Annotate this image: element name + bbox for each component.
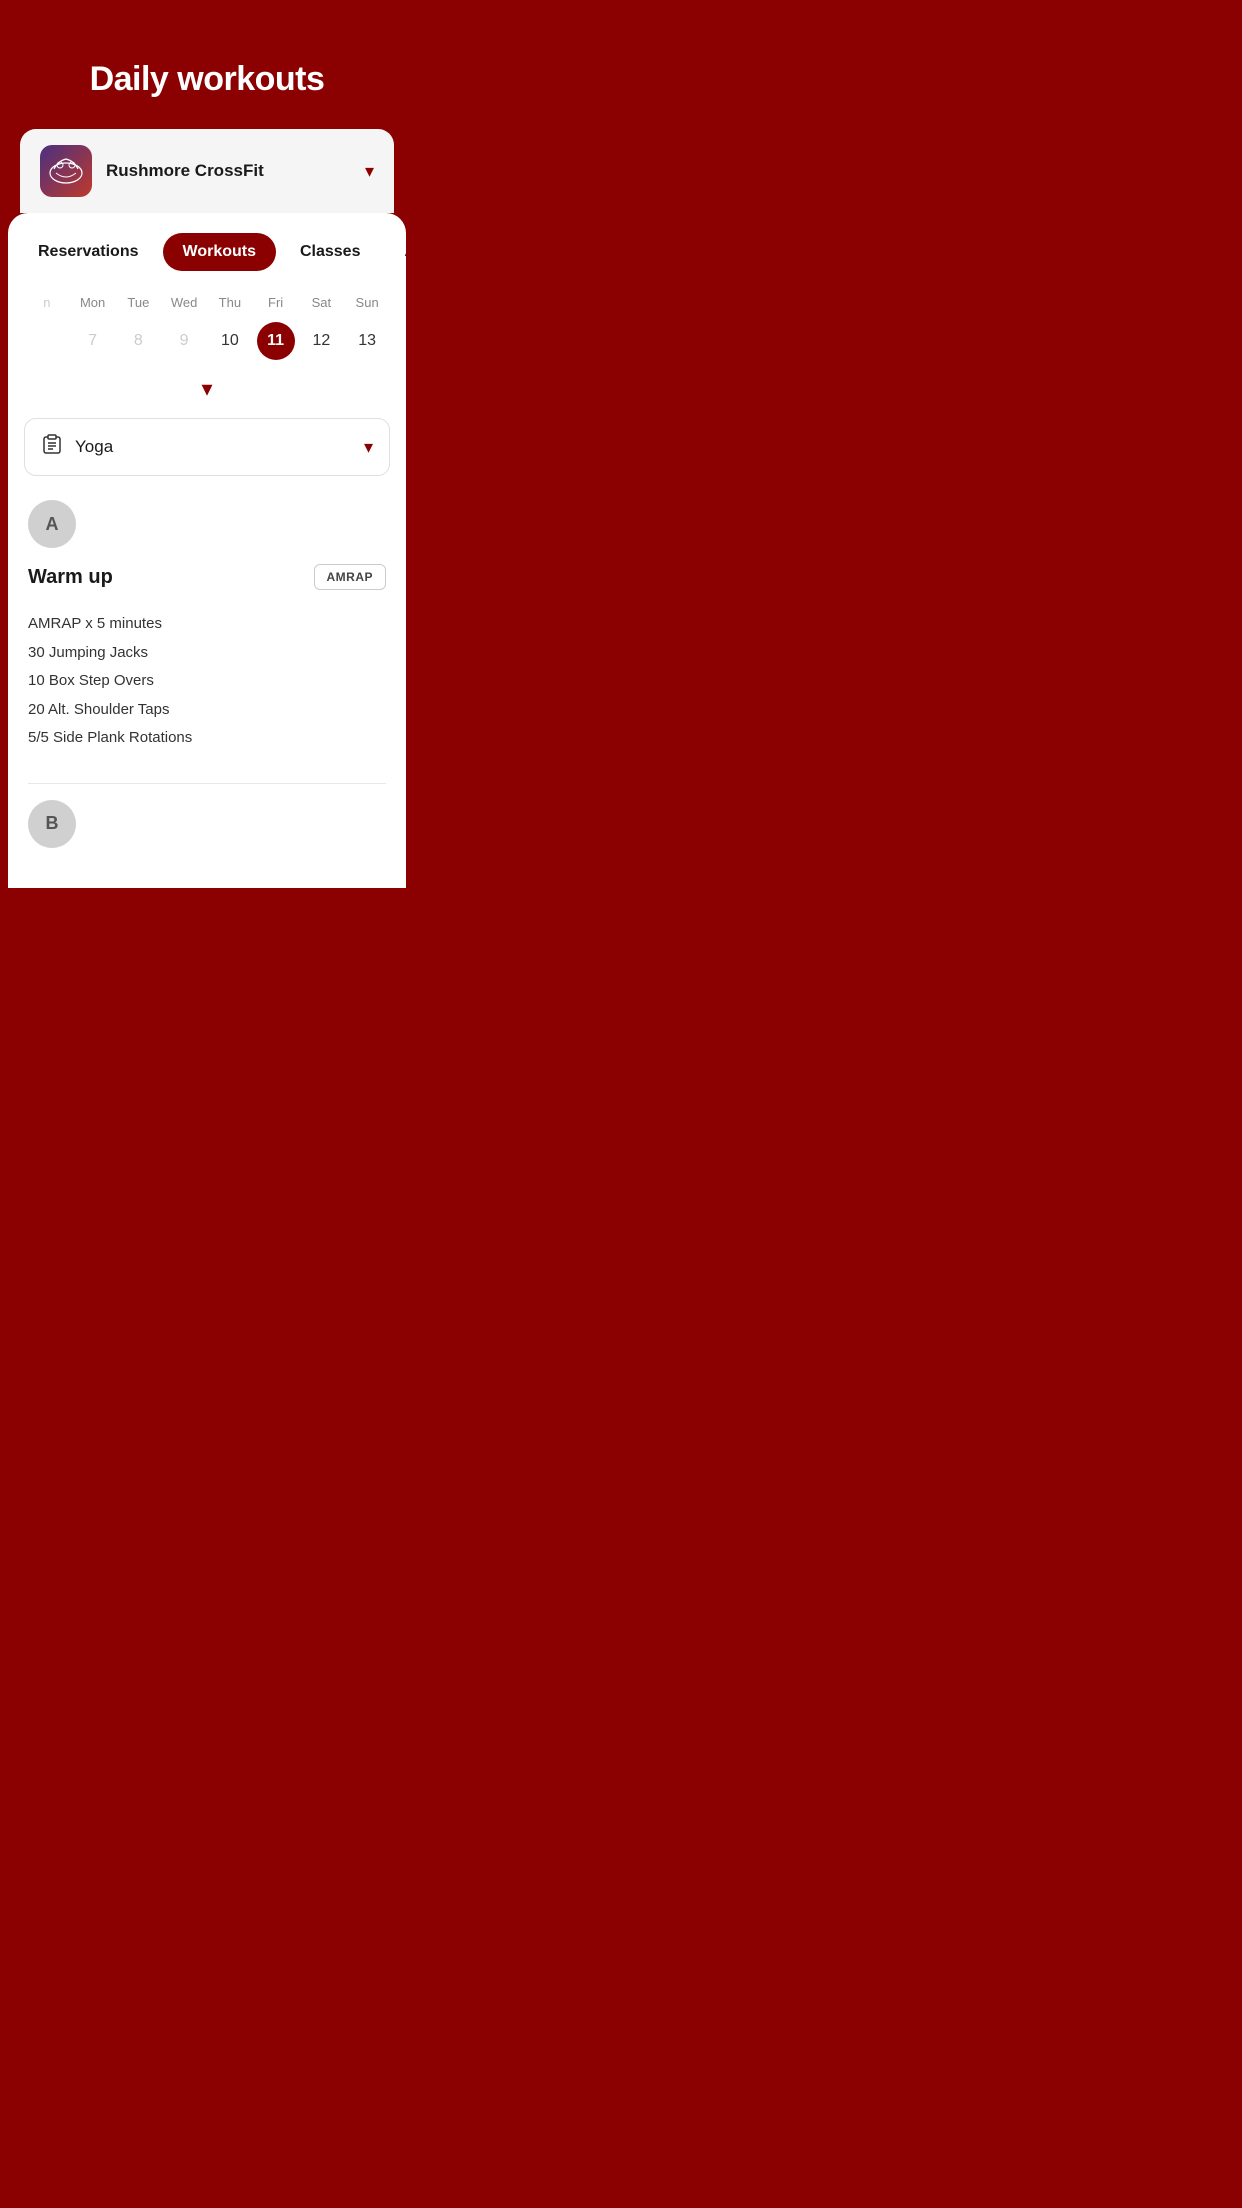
date-12[interactable]: 12 [302,322,340,360]
day-label-wed: Wed [161,291,207,314]
workout-line-5: 5/5 Side Plank Rotations [28,724,386,753]
gym-name: Rushmore CrossFit [106,161,351,181]
date-8[interactable]: 8 [119,322,157,360]
tab-reservations[interactable]: Reservations [18,233,159,271]
workout-line-2: 30 Jumping Jacks [28,639,386,668]
day-label-sun: Sun [344,291,390,314]
workout-line-4: 20 Alt. Shoulder Taps [28,696,386,725]
workout-line-1: AMRAP x 5 minutes [28,610,386,639]
avatar-a: A [28,500,76,548]
date-10[interactable]: 10 [211,322,249,360]
gym-dropdown-chevron: ▾ [365,161,374,182]
date-prev-end[interactable] [28,322,66,360]
workout-section-title: Warm up [28,566,113,589]
workout-chevron-icon: ▾ [364,437,373,458]
section-divider [28,783,386,784]
day-label-prev: n [24,291,70,314]
section-a: A Warm up AMRAP AMRAP x 5 minutes 30 Jum… [8,500,406,753]
calendar: n Mon Tue Wed Thu Fri Sat Sun 7 8 9 10 1… [8,281,406,418]
workout-name: Yoga [75,437,352,457]
date-11[interactable]: 11 [257,322,295,360]
header: Daily workouts [0,0,414,129]
workout-details: AMRAP x 5 minutes 30 Jumping Jacks 10 Bo… [28,610,386,753]
workout-selector-dropdown[interactable]: Yoga ▾ [24,418,390,476]
avatar-b: B [28,800,76,848]
day-label-fri: Fri [253,291,299,314]
day-label-tue: Tue [116,291,162,314]
day-label-sat: Sat [299,291,345,314]
clipboard-icon [41,433,63,461]
tabs-row: Reservations Workouts Classes Ap... [8,213,406,281]
day-label-mon: Mon [70,291,116,314]
calendar-expand-button[interactable]: ▾ [24,368,390,418]
tab-app[interactable]: Ap... [384,233,406,271]
workout-header: Warm up AMRAP [28,564,386,590]
tab-classes[interactable]: Classes [280,233,381,271]
gym-selector[interactable]: Rushmore CrossFit ▾ [20,129,394,213]
workout-line-3: 10 Box Step Overs [28,667,386,696]
days-header: n Mon Tue Wed Thu Fri Sat Sun [24,291,390,314]
gym-logo [40,145,92,197]
date-9[interactable]: 9 [165,322,203,360]
date-13[interactable]: 13 [348,322,386,360]
page-title: Daily workouts [20,60,394,99]
tab-workouts[interactable]: Workouts [163,233,276,271]
date-7[interactable]: 7 [74,322,112,360]
days-row: 7 8 9 10 11 12 13 [24,322,390,360]
day-label-thu: Thu [207,291,253,314]
workout-badge: AMRAP [314,564,387,590]
main-card: Reservations Workouts Classes Ap... n Mo… [8,213,406,888]
